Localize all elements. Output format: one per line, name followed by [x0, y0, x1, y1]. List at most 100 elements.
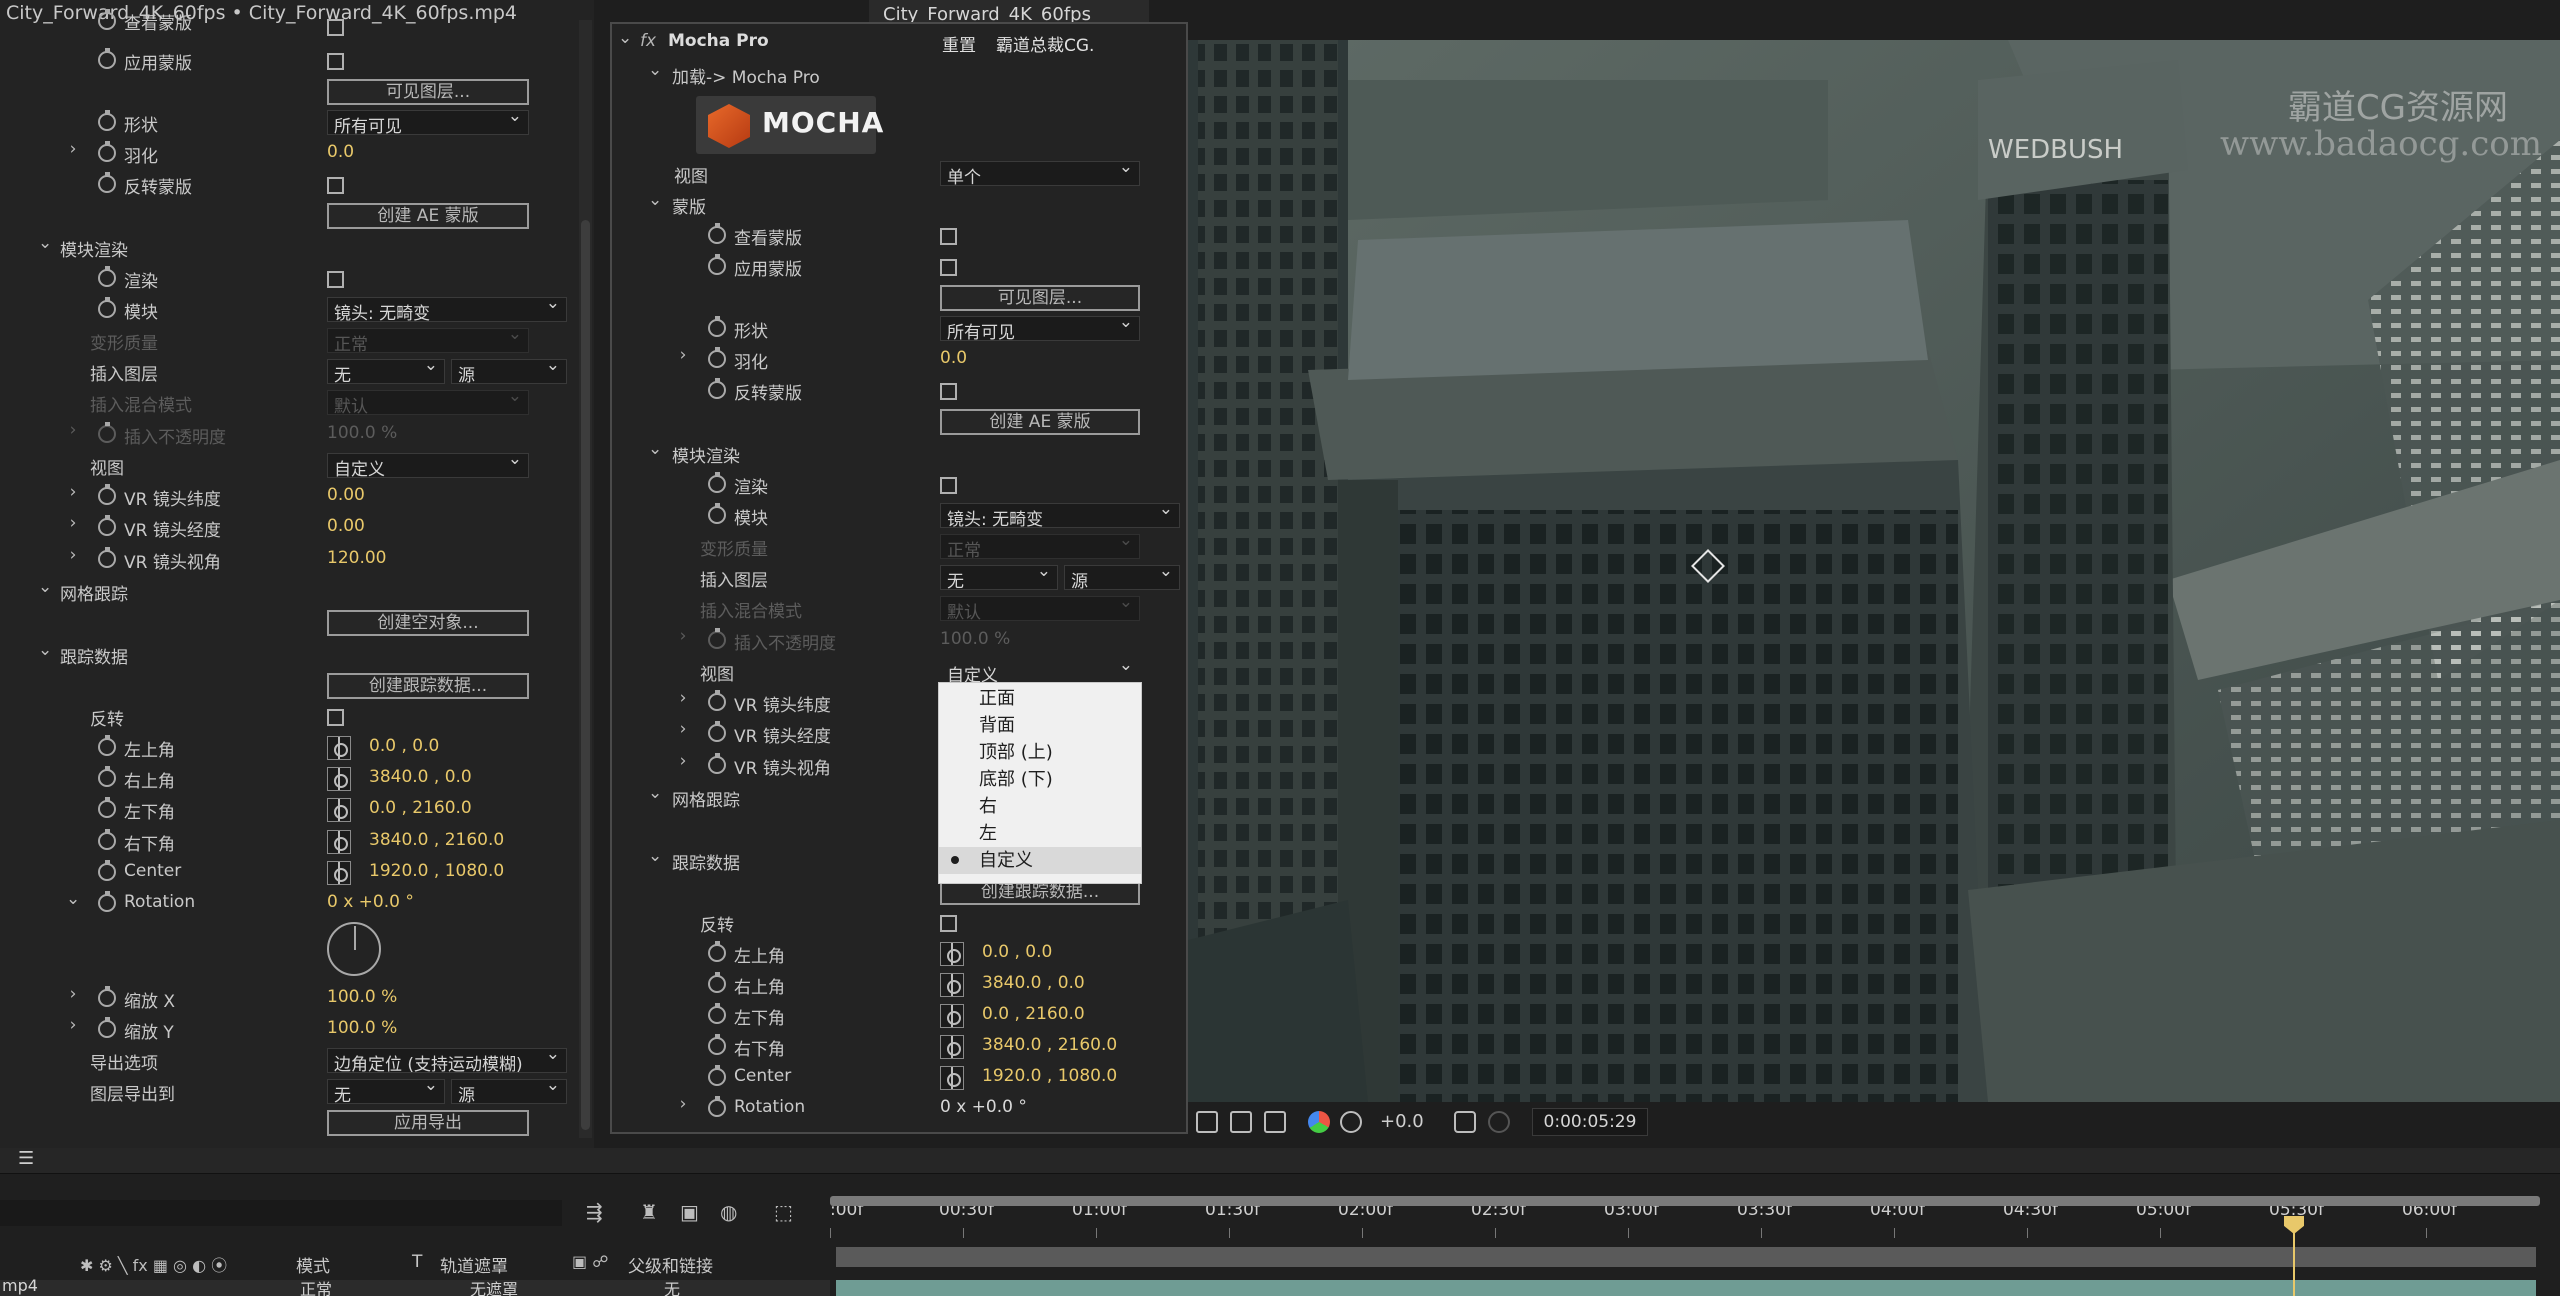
apply-mask-checkbox[interactable]: [327, 53, 344, 70]
stopwatch-icon[interactable]: [98, 891, 116, 912]
center-value[interactable]: 1920.0 , 1080.0: [982, 1066, 1117, 1086]
top-left-value[interactable]: 0.0 , 0.0: [369, 736, 439, 756]
point-picker-icon[interactable]: [327, 736, 351, 760]
stopwatch-icon[interactable]: [708, 1003, 726, 1024]
stopwatch-icon[interactable]: [708, 254, 726, 275]
expand-chevron-icon[interactable]: ›: [676, 345, 690, 365]
layer-parent-dropdown[interactable]: 无: [664, 1276, 680, 1296]
insert-layer-dropdown[interactable]: 无: [327, 359, 445, 384]
invert-checkbox[interactable]: [940, 915, 957, 932]
stopwatch-icon[interactable]: [708, 1034, 726, 1055]
stopwatch-icon[interactable]: [708, 1096, 726, 1117]
collapse-chevron-icon[interactable]: ⌄: [38, 233, 52, 253]
stopwatch-icon[interactable]: [708, 347, 726, 368]
rotation-dial[interactable]: [327, 922, 381, 976]
view-mask-checkbox[interactable]: [327, 19, 344, 36]
vr-fov-value[interactable]: 120.00: [327, 548, 386, 568]
menu-item-right[interactable]: 右: [939, 793, 1141, 820]
rotation-value[interactable]: 0 x +0.0 °: [327, 892, 414, 912]
invert-mask-checkbox[interactable]: [327, 177, 344, 194]
module-dropdown[interactable]: 镜头: 无畸变: [940, 503, 1180, 528]
menu-item-front[interactable]: 正面: [939, 685, 1141, 712]
module-dropdown[interactable]: 镜头: 无畸变: [327, 297, 567, 322]
shape-dropdown[interactable]: 所有可见: [327, 110, 529, 135]
rotation-value[interactable]: 0 x +0.0 °: [940, 1097, 1027, 1117]
insert-source-dropdown[interactable]: 源: [451, 359, 567, 384]
comp-mini-flowchart-icon[interactable]: ⇶: [586, 1200, 603, 1224]
stopwatch-icon[interactable]: [98, 1017, 116, 1038]
point-picker-icon[interactable]: [327, 861, 351, 885]
stopwatch-icon[interactable]: [708, 1065, 726, 1086]
panel-menu-icon[interactable]: ☰: [18, 1148, 34, 1169]
create-null-button[interactable]: 创建空对象...: [327, 610, 529, 636]
layer-export-source-dropdown[interactable]: 源: [451, 1079, 567, 1104]
shape-dropdown[interactable]: 所有可见: [940, 316, 1140, 341]
vr-lat-value[interactable]: 0.00: [327, 485, 365, 505]
stopwatch-icon[interactable]: [98, 110, 116, 131]
collapse-chevron-icon[interactable]: ⌄: [618, 28, 632, 48]
stopwatch-icon[interactable]: [708, 721, 726, 742]
menu-item-left[interactable]: 左: [939, 820, 1141, 847]
visible-layers-button[interactable]: 可见图层...: [327, 79, 529, 105]
expand-chevron-icon[interactable]: ›: [676, 719, 690, 739]
stopwatch-icon[interactable]: [98, 829, 116, 850]
menu-item-bottom[interactable]: 底部 (下): [939, 766, 1141, 793]
apply-export-button[interactable]: 应用导出: [327, 1110, 529, 1136]
layer-keyframe-bar[interactable]: [836, 1247, 2536, 1267]
collapse-chevron-icon[interactable]: ⌄: [38, 640, 52, 660]
point-picker-icon[interactable]: [327, 830, 351, 854]
point-picker-icon[interactable]: [940, 1004, 964, 1028]
stopwatch-icon[interactable]: [98, 986, 116, 1007]
insert-layer-dropdown[interactable]: 无: [940, 565, 1058, 590]
stopwatch-icon[interactable]: [98, 9, 116, 30]
create-ae-mask-button[interactable]: 创建 AE 蒙版: [327, 203, 529, 229]
expand-chevron-icon[interactable]: ›: [66, 482, 80, 502]
about-link[interactable]: 霸道总裁CG.: [996, 31, 1094, 56]
vr-lon-value[interactable]: 0.00: [327, 516, 365, 536]
menu-item-back[interactable]: 背面: [939, 712, 1141, 739]
stopwatch-icon[interactable]: [708, 223, 726, 244]
mocha-logo-button[interactable]: MOCHA: [696, 96, 883, 154]
bottom-right-value[interactable]: 3840.0 , 2160.0: [369, 830, 504, 850]
effect-controls-scrollbar[interactable]: [579, 20, 592, 1138]
expand-chevron-icon[interactable]: ›: [66, 139, 80, 159]
stopwatch-icon[interactable]: [708, 503, 726, 524]
collapse-chevron-icon[interactable]: ⌄: [38, 577, 52, 597]
layer-duration-bar[interactable]: [836, 1280, 2536, 1296]
stopwatch-icon[interactable]: [708, 316, 726, 337]
stopwatch-icon[interactable]: [98, 515, 116, 536]
render-checkbox[interactable]: [327, 271, 344, 288]
stopwatch-icon[interactable]: [708, 753, 726, 774]
top-right-value[interactable]: 3840.0 , 0.0: [982, 973, 1085, 993]
stopwatch-icon[interactable]: [98, 735, 116, 756]
point-picker-icon[interactable]: [940, 1035, 964, 1059]
stopwatch-icon[interactable]: [708, 472, 726, 493]
guides-icon[interactable]: [1264, 1111, 1286, 1133]
exposure-value[interactable]: +0.0: [1380, 1111, 1424, 1132]
center-value[interactable]: 1920.0 , 1080.0: [369, 861, 504, 881]
color-channels-icon[interactable]: [1308, 1111, 1330, 1133]
view-dropdown[interactable]: 自定义: [327, 453, 529, 478]
timeline-search-input[interactable]: [0, 1200, 562, 1226]
expand-chevron-icon[interactable]: ›: [66, 1015, 80, 1035]
layer-track-matte-dropdown[interactable]: 无遮罩: [470, 1276, 518, 1296]
view-mask-checkbox[interactable]: [940, 228, 957, 245]
menu-item-top[interactable]: 顶部 (上): [939, 739, 1141, 766]
scrollbar-thumb[interactable]: [581, 220, 590, 1130]
expand-chevron-icon[interactable]: ›: [66, 513, 80, 533]
expand-chevron-icon[interactable]: ›: [66, 984, 80, 1004]
stopwatch-icon[interactable]: [98, 547, 116, 568]
apply-mask-checkbox[interactable]: [940, 259, 957, 276]
stopwatch-icon[interactable]: [98, 141, 116, 162]
export-option-dropdown[interactable]: 边角定位 (支持运动模糊): [327, 1048, 567, 1073]
invert-mask-checkbox[interactable]: [940, 383, 957, 400]
stopwatch-icon[interactable]: [98, 766, 116, 787]
point-picker-icon[interactable]: [940, 1066, 964, 1090]
point-picker-icon[interactable]: [940, 942, 964, 966]
scale-x-value[interactable]: 100.0 %: [327, 987, 397, 1007]
render-checkbox[interactable]: [940, 477, 957, 494]
stopwatch-icon[interactable]: [98, 172, 116, 193]
fx-icon[interactable]: fx: [640, 31, 656, 51]
bottom-left-value[interactable]: 0.0 , 2160.0: [982, 1004, 1085, 1024]
top-left-value[interactable]: 0.0 , 0.0: [982, 942, 1052, 962]
